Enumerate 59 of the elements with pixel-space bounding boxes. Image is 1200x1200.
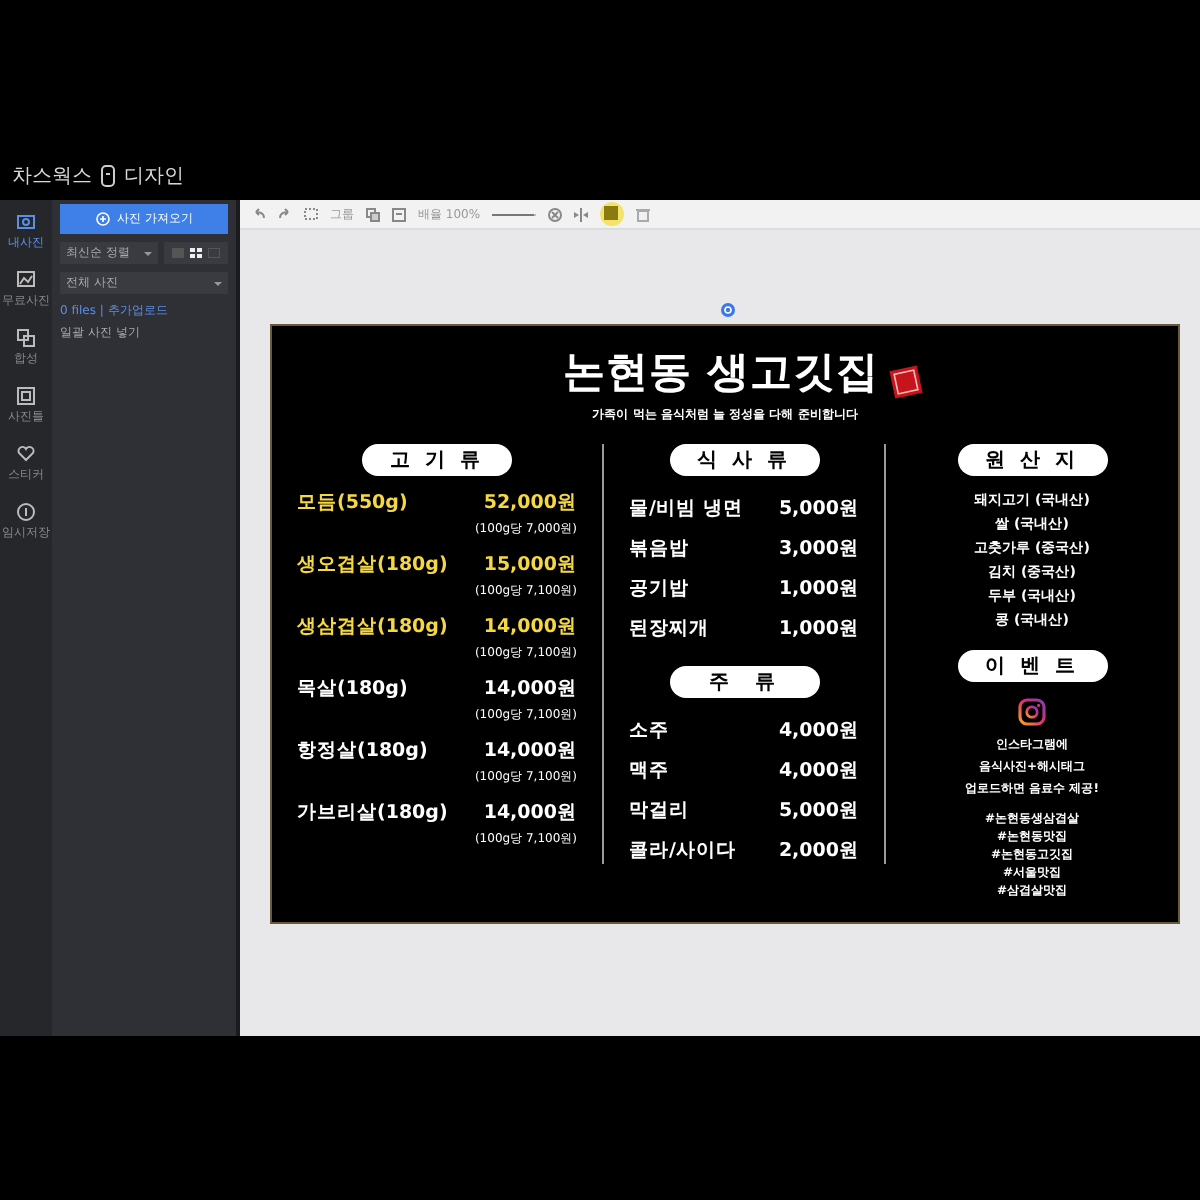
item-name: 목살(180g) — [297, 676, 408, 702]
highlighted-square-icon — [600, 202, 625, 226]
menu-title: 논현동 생고깃집 — [562, 346, 880, 400]
item-name: 가브리살(180g) — [297, 800, 448, 826]
section-heading: 식 사 류 — [669, 444, 819, 476]
item-name: 생오겹살(180g) — [297, 552, 448, 578]
item-name: 공기밥 — [629, 576, 689, 602]
layers-icon — [16, 328, 36, 348]
item-price: 2,000원 — [778, 838, 859, 864]
trash-icon — [636, 207, 651, 221]
item-name: 맥주 — [629, 758, 669, 784]
flip-icon — [574, 207, 589, 221]
upload-icon — [95, 212, 110, 226]
large-view-icon — [208, 248, 220, 258]
item-name: 볶음밥 — [629, 536, 689, 562]
item-price: 3,000원 — [778, 536, 859, 562]
item-price: 52,000원 — [483, 490, 577, 516]
rotate-handle-icon — [720, 302, 736, 318]
app-title: 디자인 — [124, 164, 184, 190]
frame-icon — [16, 386, 36, 406]
copy-icon — [366, 207, 380, 221]
stamp-icon — [887, 364, 924, 400]
view-toggle[interactable] — [164, 242, 228, 264]
item-price: 4,000원 — [778, 718, 859, 744]
item-price: 1,000원 — [778, 616, 859, 642]
item-price: 5,000원 — [778, 496, 859, 522]
item-name: 막걸리 — [629, 798, 689, 824]
item-name: 콜라/사이다 — [629, 838, 736, 864]
image-icon — [16, 270, 36, 290]
photo-icon — [16, 212, 36, 232]
section-heading: 주 류 — [669, 666, 819, 698]
item-name: 생삼겹살(180g) — [297, 614, 448, 640]
section-heading: 이 벤 트 — [957, 650, 1107, 682]
list-view-icon — [172, 248, 184, 258]
item-price: 14,000원 — [483, 676, 577, 702]
item-price: 14,000원 — [483, 800, 577, 826]
undo-icon — [252, 208, 266, 220]
heart-icon — [16, 444, 36, 464]
group-icon — [304, 208, 318, 220]
align-icon — [392, 207, 406, 221]
item-price: 14,000원 — [483, 614, 577, 640]
item-price: 14,000원 — [483, 738, 577, 764]
item-name: 모듬(550g) — [297, 490, 408, 516]
close-circle-icon — [548, 207, 563, 221]
redo-icon — [278, 208, 292, 220]
grid-view-icon — [190, 248, 202, 258]
item-name: 소주 — [629, 718, 669, 744]
item-name: 물/비빔 냉면 — [629, 496, 743, 522]
item-price: 4,000원 — [778, 758, 859, 784]
item-name: 항정살(180g) — [297, 738, 428, 764]
instagram-icon — [1018, 698, 1046, 726]
info-icon — [16, 502, 36, 522]
item-price: 1,000원 — [778, 576, 859, 602]
item-price: 5,000원 — [778, 798, 859, 824]
item-price: 15,000원 — [483, 552, 577, 578]
app-title: 차스웍스 — [12, 164, 92, 190]
item-name: 된장찌개 — [629, 616, 709, 642]
section-heading: 고 기 류 — [362, 444, 512, 476]
section-heading: 원 산 지 — [957, 444, 1107, 476]
